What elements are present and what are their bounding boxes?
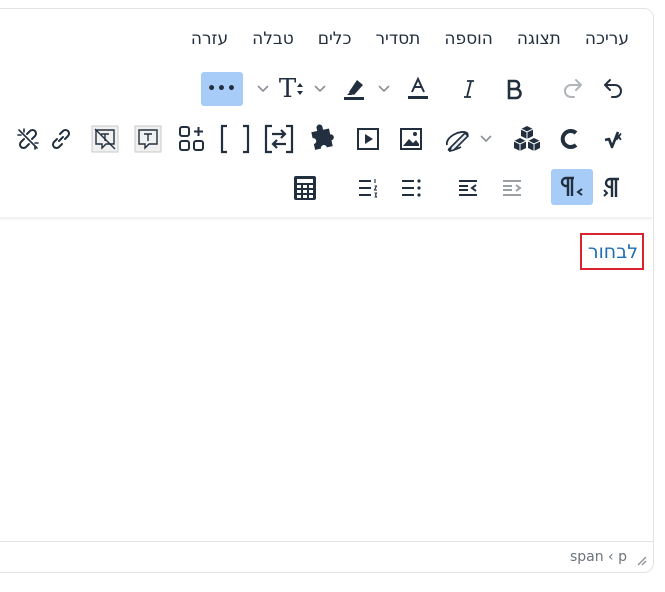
outdent-button[interactable] — [451, 171, 485, 205]
numbered-list-button[interactable] — [351, 171, 385, 205]
chevron-down-icon — [378, 85, 390, 93]
link-icon — [51, 128, 71, 150]
image-icon — [400, 128, 422, 150]
play-media-icon — [357, 128, 379, 150]
indent-icon — [503, 180, 522, 196]
element-path: span ‹ p — [570, 549, 627, 565]
plugins-button[interactable] — [306, 122, 340, 156]
resize-handle-icon[interactable] — [635, 554, 647, 566]
unlink-button[interactable] — [11, 122, 45, 156]
chevron-down-icon — [257, 85, 269, 93]
editor-content-area[interactable]: לבחור — [0, 219, 653, 539]
text-box-button[interactable] — [131, 122, 165, 156]
editor-header: עריכה תצוגה הוספה תסדיר כלים טבלה עזרה T… — [0, 9, 653, 217]
bullet-list-button[interactable] — [394, 171, 428, 205]
undo-button[interactable] — [596, 72, 630, 106]
font-size-icon: T — [278, 74, 297, 104]
swap-arrows-icon — [264, 124, 294, 154]
paragraph-rtl-icon — [560, 176, 583, 196]
draw-dropdown[interactable] — [478, 122, 494, 156]
bold-button[interactable] — [497, 72, 531, 106]
menu-help[interactable]: עזרה — [179, 28, 240, 50]
italic-button[interactable] — [452, 72, 486, 106]
path-separator: ‹ — [608, 549, 614, 565]
selected-word[interactable]: לבחור — [579, 233, 644, 270]
redo-icon — [564, 79, 582, 98]
insert-link-button[interactable] — [44, 122, 78, 156]
path-p[interactable]: p — [618, 549, 627, 565]
highlight-dropdown[interactable] — [312, 72, 328, 106]
pen-draw-icon — [446, 131, 470, 153]
remove-comment-button[interactable] — [88, 122, 122, 156]
status-bar: span ‹ p — [0, 541, 653, 572]
menu-format[interactable]: תסדיר — [363, 28, 432, 50]
insert-image-button[interactable] — [394, 122, 428, 156]
chevron-down-icon — [480, 135, 492, 143]
font-size-dropdown[interactable] — [255, 72, 271, 106]
draw-button[interactable] — [440, 122, 474, 156]
chevron-down-icon — [314, 85, 326, 93]
menubar: עריכה תצוגה הוספה תסדיר כלים טבלה עזרה — [179, 28, 629, 50]
cubes-icon — [513, 126, 541, 151]
calculator-icon — [294, 176, 316, 200]
bullet-list-icon — [402, 179, 421, 197]
ltr-direction-button[interactable] — [596, 171, 630, 205]
outdent-icon — [459, 180, 477, 196]
paragraph-ltr-icon — [603, 177, 619, 197]
blocks-button[interactable] — [510, 122, 544, 156]
text-color-icon — [408, 76, 428, 99]
text-color-dropdown[interactable] — [376, 72, 392, 106]
code-c-icon — [560, 129, 578, 149]
highlighter-icon — [344, 80, 364, 100]
bold-icon — [507, 79, 522, 100]
menu-table[interactable]: טבלה — [240, 28, 306, 50]
rich-text-editor: עריכה תצוגה הוספה תסדיר כלים טבלה עזרה T… — [0, 8, 654, 573]
menu-view[interactable]: תצוגה — [505, 28, 573, 50]
code-button[interactable] — [554, 122, 588, 156]
redo-button[interactable] — [556, 72, 590, 106]
menu-edit[interactable]: עריכה — [573, 28, 629, 50]
indent-button[interactable] — [495, 171, 529, 205]
calculator-button[interactable] — [288, 171, 322, 205]
square-root-icon — [604, 131, 622, 149]
italic-icon — [464, 80, 474, 98]
puzzle-icon — [311, 124, 334, 150]
path-span[interactable]: span — [570, 549, 604, 565]
font-size-button[interactable]: T — [274, 72, 308, 106]
undo-icon — [604, 79, 622, 98]
more-icon: ••• — [207, 81, 237, 97]
menu-insert[interactable]: הוספה — [432, 28, 505, 50]
rtl-direction-button[interactable] — [551, 169, 593, 205]
numbered-list-icon — [359, 179, 378, 198]
unlink-icon — [17, 128, 39, 150]
text-color-button[interactable] — [401, 72, 435, 106]
menu-tools[interactable]: כלים — [306, 28, 364, 50]
brackets-button[interactable] — [218, 122, 252, 156]
math-button[interactable] — [597, 122, 631, 156]
add-widget-button[interactable] — [175, 122, 209, 156]
swap-button[interactable] — [262, 122, 296, 156]
sort-arrows-icon — [297, 83, 304, 95]
grid-plus-icon — [179, 126, 204, 151]
brackets-icon — [220, 124, 250, 154]
comment-text-icon — [134, 125, 162, 153]
highlight-color-button[interactable] — [337, 72, 371, 106]
insert-media-button[interactable] — [351, 122, 385, 156]
more-toolbar-button[interactable]: ••• — [201, 72, 243, 106]
comment-off-icon — [91, 125, 119, 153]
